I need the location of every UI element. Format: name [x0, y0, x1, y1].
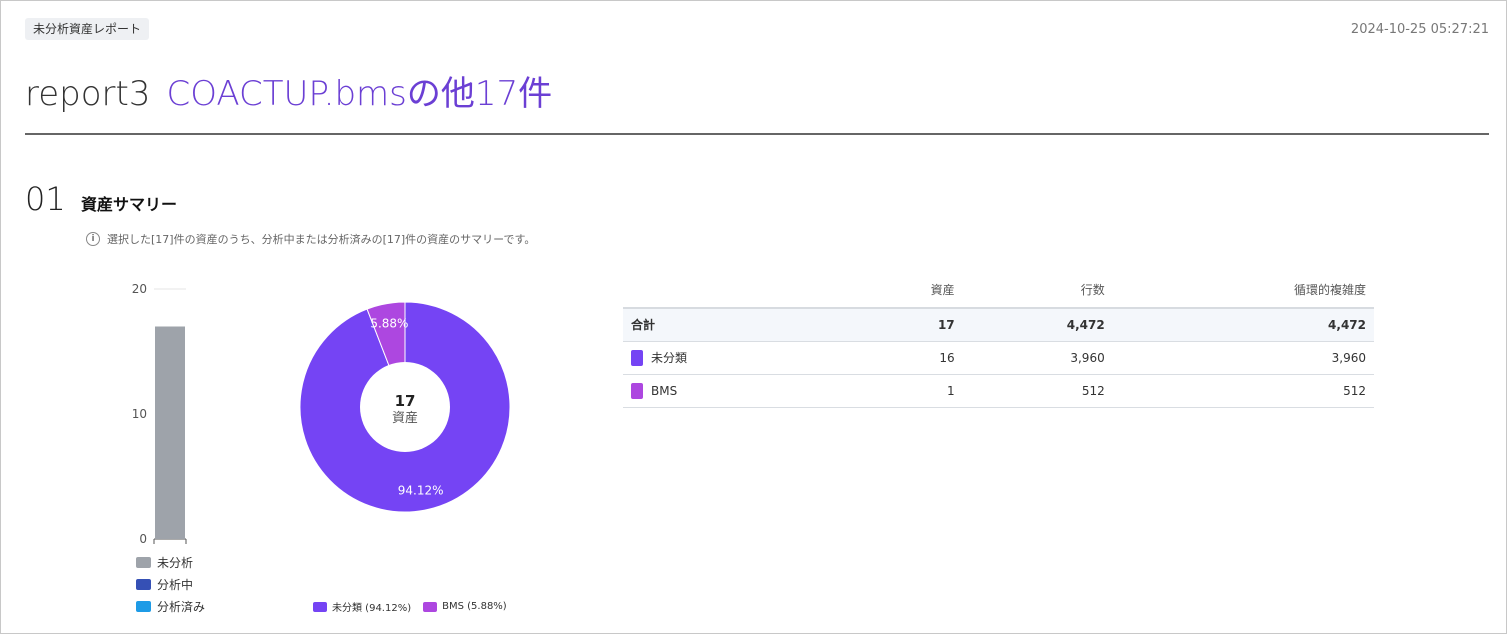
section-number: 01	[25, 180, 66, 218]
row-assets: 16	[858, 341, 963, 375]
page-title: report3 COACTUP.bmsの他17件	[25, 66, 552, 116]
legend-label: 分析中	[157, 577, 194, 592]
legend-item-analyzing[interactable]: 分析中	[136, 573, 205, 595]
bar-chart-legend: 未分析 分析中 分析済み	[136, 551, 205, 617]
total-label: 合計	[623, 308, 859, 342]
donut-center-value: 17	[395, 392, 416, 410]
donut-slice-label: 94.12%	[398, 484, 444, 498]
section-title: 資産サマリー	[81, 195, 178, 214]
legend-swatch	[313, 601, 327, 612]
table-row-total: 合計 17 4,472 4,472	[623, 308, 1374, 342]
bar-y-tick-label: 20	[132, 282, 147, 296]
legend-item-unclassified[interactable]: 未分類 (94.12%)	[313, 599, 411, 614]
report-timestamp: 2024-10-25 05:27:21	[1350, 22, 1489, 37]
legend-label: BMS (5.88%)	[442, 601, 507, 612]
report-name: report3	[25, 74, 151, 114]
table-row: BMS 1 512 512	[623, 374, 1374, 408]
asset-category-donut-chart: 17 資産 94.12% 5.88%	[299, 301, 511, 513]
table-row: 未分類 16 3,960 3,960	[623, 341, 1374, 375]
column-header-category	[623, 272, 859, 309]
legend-label: 未分類 (94.12%)	[332, 603, 412, 614]
row-assets: 1	[858, 374, 963, 408]
row-complexity: 3,960	[1112, 341, 1374, 375]
row-complexity: 512	[1112, 374, 1374, 408]
legend-label: 分析済み	[157, 599, 206, 614]
bar-segment[interactable]	[155, 326, 185, 540]
category-swatch	[631, 349, 643, 366]
category-cell: BMS	[631, 382, 850, 399]
report-type-badge: 未分析資産レポート	[25, 18, 150, 40]
legend-item-bms[interactable]: BMS (5.88%)	[423, 599, 507, 614]
title-divider	[25, 133, 1489, 135]
total-complexity: 4,472	[1112, 308, 1374, 342]
category-cell: 未分類	[631, 349, 850, 366]
asset-summary-table: 資産 行数 循環的複雑度 合計 17 4,472 4,472 未分類 16 3,…	[623, 272, 1374, 408]
column-header-complexity: 循環的複雑度	[1112, 272, 1374, 309]
donut-chart-legend: 未分類 (94.12%) BMS (5.88%)	[313, 599, 519, 614]
legend-swatch	[423, 601, 438, 612]
info-icon: i	[86, 232, 100, 246]
legend-swatch	[136, 578, 151, 590]
donut-slice-label: 5.88%	[370, 316, 408, 330]
total-assets: 17	[858, 308, 963, 342]
table-header-row: 資産 行数 循環的複雑度	[623, 272, 1374, 309]
category-label: BMS	[651, 383, 678, 398]
bar-y-tick-label: 10	[132, 407, 147, 421]
asset-status-bar-chart: 0 10 20	[132, 282, 187, 546]
legend-item-analyzed[interactable]: 分析済み	[136, 595, 205, 617]
column-header-assets: 資産	[858, 272, 963, 309]
row-lines: 3,960	[962, 341, 1113, 375]
legend-label: 未分析	[157, 555, 194, 570]
category-label: 未分類	[651, 351, 688, 365]
legend-swatch	[136, 600, 151, 612]
report-subject: COACTUP.bmsの他17件	[166, 74, 553, 114]
column-header-lines: 行数	[962, 272, 1113, 309]
bar-y-tick-label: 0	[139, 532, 147, 546]
total-lines: 4,472	[962, 308, 1113, 342]
donut-center-label: 資産	[392, 410, 418, 426]
legend-swatch	[136, 556, 151, 568]
category-swatch	[631, 382, 643, 399]
row-lines: 512	[962, 374, 1113, 408]
legend-item-unanalyzed[interactable]: 未分析	[136, 551, 205, 573]
section-info: i 選択した[17]件の資産のうち、分析中または分析済みの[17]件の資産のサマ…	[86, 231, 535, 247]
section-info-text: 選択した[17]件の資産のうち、分析中または分析済みの[17]件の資産のサマリー…	[107, 233, 536, 246]
